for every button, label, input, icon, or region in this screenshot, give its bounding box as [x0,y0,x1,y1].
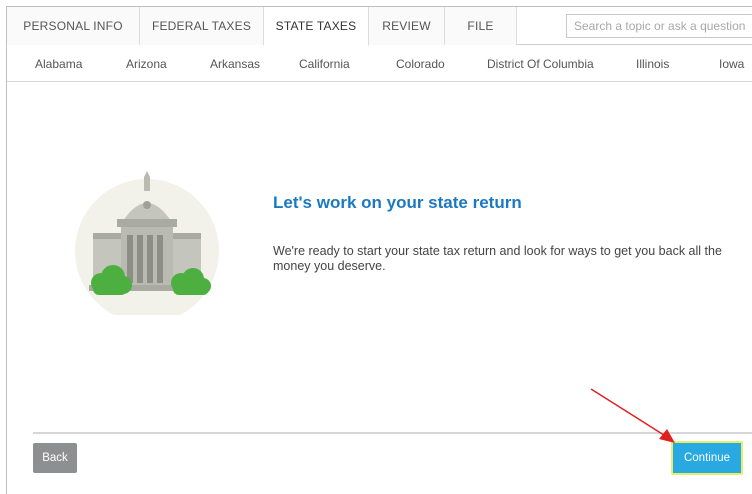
back-button[interactable]: Back [33,443,77,473]
state-tab-alabama[interactable]: Alabama [35,46,82,82]
search-input[interactable] [567,15,752,37]
search-box [566,14,752,38]
state-tab-iowa[interactable]: Iowa [719,46,744,82]
state-tab-arkansas[interactable]: Arkansas [210,46,260,82]
tab-federal-taxes[interactable]: FEDERAL TAXES [140,7,264,45]
page-title: Let's work on your state return [273,193,522,212]
state-tab-arizona[interactable]: Arizona [126,46,167,82]
page-description: We're ready to start your state tax retu… [273,244,722,273]
main-tab-bar: PERSONAL INFO FEDERAL TAXES STATE TAXES … [7,7,752,46]
state-tab-bar: Alabama Arizona Arkansas California Colo… [7,46,752,82]
state-tab-colorado[interactable]: Colorado [396,46,445,82]
tab-personal-info[interactable]: PERSONAL INFO [7,7,140,45]
red-arrow-annotation [590,388,675,443]
app-frame: PERSONAL INFO FEDERAL TAXES STATE TAXES … [6,6,752,494]
tab-file[interactable]: FILE [445,7,517,45]
state-tab-illinois[interactable]: Illinois [636,46,669,82]
state-tab-district-of-columbia[interactable]: District Of Columbia [487,46,594,82]
tab-state-taxes[interactable]: STATE TAXES [264,7,369,46]
tab-review[interactable]: REVIEW [369,7,445,45]
state-tab-california[interactable]: California [299,46,350,82]
state-capitol-building-icon [75,171,219,315]
